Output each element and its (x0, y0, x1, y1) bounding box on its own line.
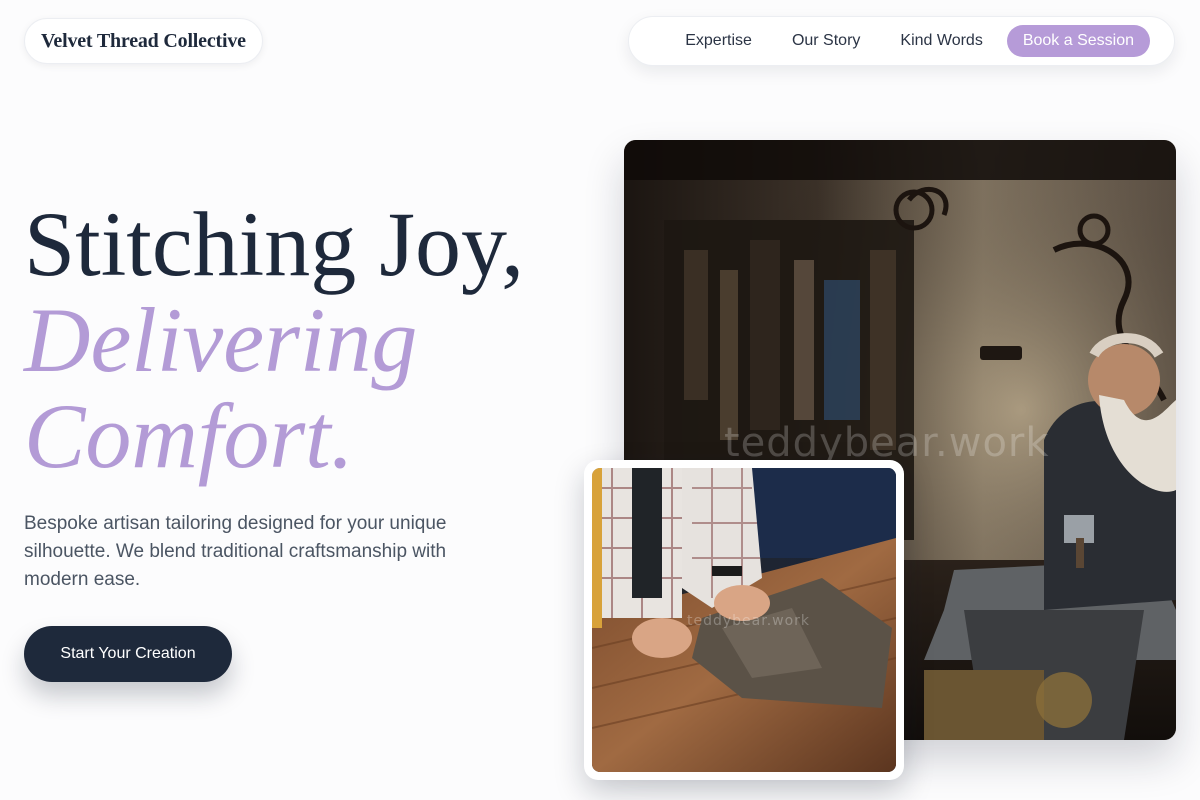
book-session-button[interactable]: Book a Session (1006, 25, 1150, 57)
hero-headline: Stitching Joy, Delivering Comfort. (24, 196, 524, 484)
tailoring-inset-frame: teddybear.work (592, 468, 896, 772)
nav-link-kind-words[interactable]: Kind Words (900, 32, 982, 50)
hero-description: Bespoke artisan tailoring designed for y… (24, 513, 447, 590)
brand-logo[interactable]: Velvet Thread Collective (24, 18, 263, 64)
inset-photo-watermark: teddybear.work (687, 613, 811, 629)
nav-link-our-story[interactable]: Our Story (792, 32, 860, 50)
brand-name: Velvet Thread Collective (41, 29, 246, 52)
start-creation-button[interactable]: Start Your Creation (24, 626, 232, 682)
tailoring-inset-photo: teddybear.work (584, 460, 904, 780)
headline-line-3: Comfort. (24, 385, 354, 487)
headline-line-1: Stitching Joy, (24, 193, 525, 295)
top-nav: Expertise Our Story Kind Words Book a Se… (628, 16, 1175, 66)
headline-line-2: Delivering (24, 289, 418, 391)
nav-link-expertise[interactable]: Expertise (685, 32, 752, 50)
